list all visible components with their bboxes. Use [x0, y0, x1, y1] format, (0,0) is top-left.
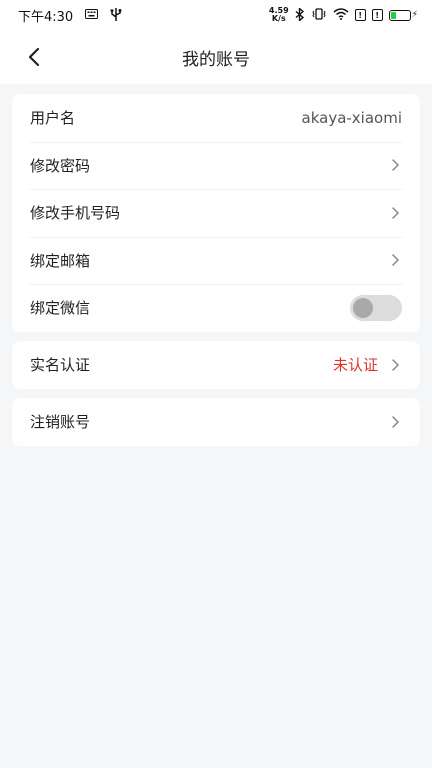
bluetooth-icon	[295, 6, 305, 23]
verification-status: 未认证	[332, 356, 378, 375]
cancel-account-card: 注销账号	[12, 398, 420, 446]
verification-label: 实名认证	[30, 356, 91, 375]
chevron-right-icon	[388, 206, 402, 220]
change-password-label: 修改密码	[30, 156, 91, 175]
status-bar: 下午4:30 4.59 K/s ! ! ⚡	[0, 0, 432, 30]
battery-icon: ⚡	[388, 9, 418, 21]
usb-icon	[110, 7, 122, 23]
sim-alert-icon: !	[354, 9, 366, 21]
page-title: 我的账号	[182, 49, 250, 70]
change-phone-label: 修改手机号码	[30, 204, 121, 223]
navigation-bar: 我的账号	[0, 30, 432, 84]
username-row: 用户名 akaya-xiaomi	[12, 94, 420, 142]
real-name-verification-row[interactable]: 实名认证 未认证	[12, 341, 420, 389]
wechat-bind-toggle[interactable]	[350, 294, 402, 321]
chevron-right-icon	[388, 253, 402, 267]
chevron-right-icon	[388, 415, 402, 429]
verification-card: 实名认证 未认证	[12, 341, 420, 389]
clock: 下午4:30	[18, 9, 74, 25]
bind-wechat-row: 绑定微信	[12, 284, 420, 332]
bind-email-row[interactable]: 绑定邮箱	[12, 236, 420, 285]
username-value: akaya-xiaomi	[301, 108, 402, 127]
back-arrow-icon	[28, 47, 40, 67]
wifi-icon	[333, 8, 349, 22]
change-password-row[interactable]: 修改密码	[12, 141, 420, 190]
keyboard-icon	[85, 9, 99, 21]
change-phone-row[interactable]: 修改手机号码	[12, 189, 420, 237]
cancel-account-row[interactable]: 注销账号	[12, 398, 420, 446]
network-speed: 4.59 K/s	[268, 6, 289, 23]
bind-wechat-label: 绑定微信	[30, 299, 91, 318]
account-settings-card: 用户名 akaya-xiaomi 修改密码 修改手机号码 绑定邮箱 绑定微信	[12, 94, 420, 332]
bind-email-label: 绑定邮箱	[30, 251, 91, 270]
cancel-account-label: 注销账号	[30, 413, 91, 432]
sim-alert-icon-2: !	[371, 9, 383, 21]
chevron-right-icon	[388, 158, 402, 172]
username-label: 用户名	[30, 109, 76, 128]
chevron-right-icon	[388, 358, 402, 372]
toggle-knob	[353, 297, 373, 318]
back-button[interactable]	[18, 42, 50, 72]
vibrate-icon	[311, 8, 327, 22]
